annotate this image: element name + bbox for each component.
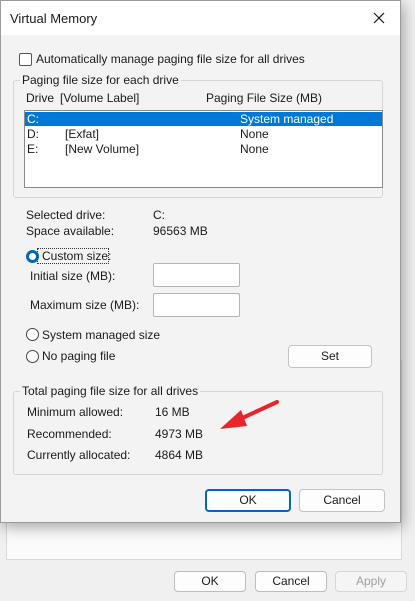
list-item-drive: E: — [27, 142, 39, 156]
auto-manage-checkbox[interactable] — [19, 53, 32, 66]
background-ok-button[interactable]: OK — [174, 571, 246, 592]
background-cancel-button[interactable]: Cancel — [255, 571, 327, 592]
custom-size-label: Custom size: — [42, 249, 112, 263]
minimum-allowed-label: Minimum allowed: — [27, 405, 124, 419]
close-icon — [373, 12, 385, 24]
no-paging-radio[interactable] — [26, 350, 39, 363]
column-header-volume-label: [Volume Label] — [60, 91, 140, 105]
background-apply-button: Apply — [335, 571, 407, 592]
drive-list[interactable]: C: System managed D: [Exfat] None E: [Ne… — [24, 110, 383, 188]
virtual-memory-dialog: Virtual Memory Automatically manage pagi… — [0, 0, 401, 523]
list-item-drive: D: — [27, 127, 39, 141]
list-item-paging-size: None — [240, 142, 269, 156]
column-header-paging-size: Paging File Size (MB) — [206, 91, 323, 105]
selected-drive-label: Selected drive: — [26, 208, 106, 222]
list-item-drive-d[interactable]: D: [Exfat] None — [25, 127, 382, 141]
list-item-paging-size: None — [240, 127, 269, 141]
list-item-volume-label: [New Volume] — [65, 142, 140, 156]
annotation-arrow-icon — [220, 400, 279, 429]
initial-size-input[interactable] — [153, 263, 240, 287]
cancel-button[interactable]: Cancel — [299, 489, 385, 512]
maximum-size-label: Maximum size (MB): — [30, 298, 140, 312]
selected-drive-value: C: — [153, 208, 165, 222]
list-item-drive-e[interactable]: E: [New Volume] None — [25, 142, 382, 156]
currently-allocated-value: 4864 MB — [155, 448, 204, 462]
total-group-label: Total paging file size for all drives — [20, 384, 201, 398]
set-button[interactable]: Set — [288, 345, 372, 368]
auto-manage-label: Automatically manage paging file size fo… — [36, 52, 305, 66]
currently-allocated-label: Currently allocated: — [27, 448, 131, 462]
initial-size-label: Initial size (MB): — [30, 269, 116, 283]
system-managed-radio[interactable] — [26, 328, 39, 341]
minimum-allowed-value: 16 MB — [155, 405, 190, 419]
list-item-drive-c[interactable]: C: System managed — [25, 112, 382, 126]
list-item-paging-size: System managed — [240, 112, 334, 126]
paging-group-label: Paging file size for each drive — [20, 73, 181, 87]
space-available-value: 96563 MB — [153, 224, 208, 238]
column-header-drive: Drive — [26, 91, 55, 105]
list-item-drive: C: — [27, 112, 39, 126]
dialog-title: Virtual Memory — [10, 11, 98, 26]
close-button[interactable] — [364, 5, 394, 31]
recommended-value: 4973 MB — [155, 427, 204, 441]
title-bar: Virtual Memory — [1, 1, 400, 35]
system-managed-label: System managed size — [42, 328, 161, 342]
no-paging-label: No paging file — [42, 349, 116, 363]
space-available-label: Space available: — [26, 224, 115, 238]
maximum-size-input[interactable] — [153, 293, 240, 317]
recommended-label: Recommended: — [27, 427, 112, 441]
ok-button[interactable]: OK — [205, 489, 291, 512]
list-item-volume-label: [Exfat] — [65, 127, 100, 141]
